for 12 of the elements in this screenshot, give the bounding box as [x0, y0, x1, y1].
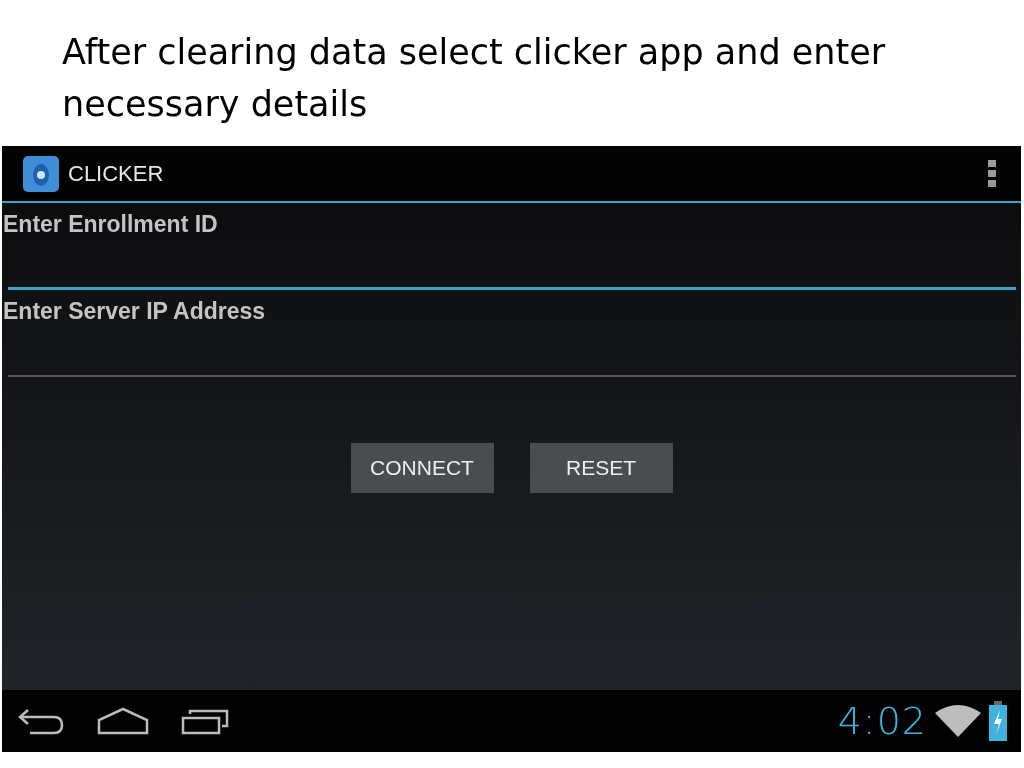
action-button[interactable]: RESET — [529, 443, 673, 493]
wifi-icon — [933, 703, 983, 739]
clock: 4:02 — [837, 699, 927, 743]
app-icon[interactable] — [22, 154, 60, 193]
home-icon[interactable] — [96, 706, 150, 736]
overflow-menu-icon[interactable] — [987, 158, 997, 189]
field-label: Enter Enrollment ID — [3, 210, 219, 238]
field-label: Enter Server IP Address — [3, 297, 267, 325]
action-button[interactable]: CONNECT — [350, 443, 494, 493]
back-icon[interactable] — [16, 706, 66, 736]
app-title: CLICKER — [68, 160, 165, 187]
battery-icon — [989, 701, 1007, 741]
